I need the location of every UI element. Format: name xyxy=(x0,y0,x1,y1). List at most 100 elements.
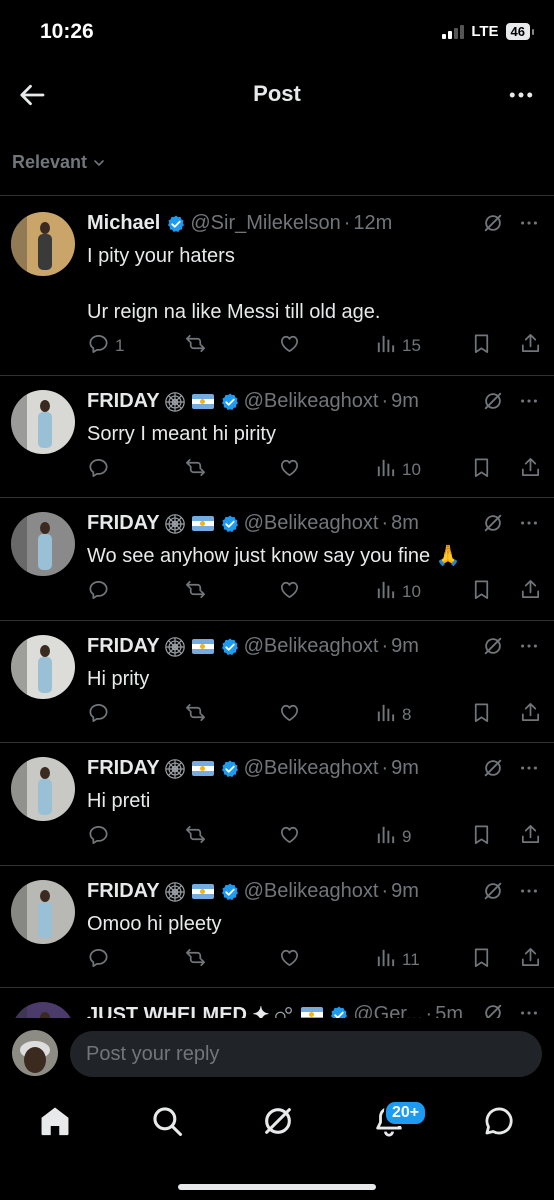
share-button[interactable] xyxy=(519,823,542,851)
views-button[interactable]: 9 xyxy=(374,823,411,851)
reply-button[interactable]: 1 xyxy=(87,332,124,360)
reply-button[interactable] xyxy=(87,823,115,851)
views-icon xyxy=(374,578,397,606)
avatar[interactable] xyxy=(11,880,75,944)
more-options-icon[interactable] xyxy=(518,512,540,534)
views-button[interactable]: 10 xyxy=(374,578,421,606)
more-options-icon[interactable] xyxy=(518,390,540,412)
retweet-button[interactable] xyxy=(184,823,212,851)
reply-text: I pity your haters Ur reign na like Mess… xyxy=(87,245,381,323)
views-button[interactable]: 8 xyxy=(374,701,411,729)
grok-icon[interactable] xyxy=(482,212,504,234)
bookmark-button[interactable] xyxy=(470,456,493,484)
share-icon xyxy=(519,946,542,974)
reply-header: FRIDAY @Belikeaghoxt · 8m xyxy=(87,512,419,535)
reply-button[interactable] xyxy=(87,701,115,729)
avatar[interactable] xyxy=(11,512,75,576)
more-options-icon[interactable] xyxy=(518,880,540,902)
share-button[interactable] xyxy=(519,332,542,360)
more-options-icon[interactable] xyxy=(518,757,540,779)
like-button[interactable] xyxy=(278,332,306,360)
spider-web-icon xyxy=(164,513,185,534)
reply-button[interactable] xyxy=(87,946,115,974)
more-options-icon[interactable] xyxy=(506,80,536,110)
home-icon[interactable] xyxy=(38,1104,72,1138)
user-handle: @Sir_Milekelson xyxy=(190,212,341,234)
share-button[interactable] xyxy=(519,701,542,729)
verified-badge-icon xyxy=(221,515,238,532)
avatar[interactable] xyxy=(11,635,75,699)
views-button[interactable]: 10 xyxy=(374,456,421,484)
retweet-icon xyxy=(184,456,207,484)
retweet-button[interactable] xyxy=(184,332,212,360)
avatar[interactable] xyxy=(11,757,75,821)
bookmark-button[interactable] xyxy=(470,946,493,974)
reply-post[interactable]: FRIDAY @Belikeaghoxt · 9m Hi prity 8 xyxy=(0,621,554,743)
share-button[interactable] xyxy=(519,456,542,484)
reply-input[interactable] xyxy=(70,1031,542,1077)
reply-post[interactable]: FRIDAY @Belikeaghoxt · 9m Omoo hi pleety… xyxy=(0,866,554,988)
bookmark-button[interactable] xyxy=(470,823,493,851)
grok-icon[interactable] xyxy=(482,512,504,534)
grok-icon[interactable] xyxy=(482,880,504,902)
views-button[interactable]: 11 xyxy=(374,946,420,974)
search-icon[interactable] xyxy=(150,1104,184,1138)
like-button[interactable] xyxy=(278,578,306,606)
reply-post[interactable]: FRIDAY @Belikeaghoxt · 8m Wo see anyhow … xyxy=(0,498,554,621)
reply-sort-filter[interactable]: Relevant xyxy=(12,152,107,173)
verified-badge-icon xyxy=(221,638,238,655)
reply-text: Wo see anyhow just know say you fine 🙏 xyxy=(87,545,461,567)
retweet-button[interactable] xyxy=(184,701,212,729)
display-name[interactable]: FRIDAY xyxy=(87,635,160,658)
reply-post[interactable]: FRIDAY @Belikeaghoxt · 9m Sorry I meant … xyxy=(0,376,554,498)
separator-dot: · xyxy=(381,390,389,412)
like-button[interactable] xyxy=(278,456,306,484)
reply-button[interactable] xyxy=(87,456,115,484)
reply-post[interactable]: FRIDAY @Belikeaghoxt · 9m Hi preti 9 xyxy=(0,743,554,866)
views-icon xyxy=(374,823,397,851)
views-button[interactable]: 15 xyxy=(374,332,421,360)
grok-icon[interactable] xyxy=(261,1104,295,1138)
view-count: 15 xyxy=(402,336,421,355)
like-button[interactable] xyxy=(278,946,306,974)
display-name[interactable]: FRIDAY xyxy=(87,757,160,780)
bookmark-button[interactable] xyxy=(470,578,493,606)
post-time: 9m xyxy=(391,880,419,902)
avatar[interactable] xyxy=(11,212,75,276)
reply-header: FRIDAY @Belikeaghoxt · 9m xyxy=(87,635,419,658)
filter-label: Relevant xyxy=(12,152,88,172)
user-handle: @Belikeaghoxt xyxy=(243,390,379,412)
grok-icon[interactable] xyxy=(482,635,504,657)
display-name[interactable]: FRIDAY xyxy=(87,880,160,903)
display-name[interactable]: FRIDAY xyxy=(87,390,160,413)
action-bar: 8 xyxy=(87,701,542,727)
reply-icon xyxy=(87,946,110,974)
like-button[interactable] xyxy=(278,823,306,851)
separator-dot: · xyxy=(381,880,389,902)
bookmark-button[interactable] xyxy=(470,332,493,360)
bookmark-button[interactable] xyxy=(470,701,493,729)
bookmark-icon xyxy=(470,946,493,974)
like-button[interactable] xyxy=(278,701,306,729)
bookmark-icon xyxy=(470,456,493,484)
retweet-button[interactable] xyxy=(184,946,212,974)
bookmark-icon xyxy=(470,701,493,729)
share-button[interactable] xyxy=(519,946,542,974)
reply-text: Sorry I meant hi pirity xyxy=(87,423,276,445)
retweet-button[interactable] xyxy=(184,578,212,606)
display-name[interactable]: FRIDAY xyxy=(87,512,160,535)
more-options-icon[interactable] xyxy=(518,635,540,657)
display-name[interactable]: Michael xyxy=(87,212,160,235)
messages-icon[interactable] xyxy=(482,1104,516,1138)
reply-button[interactable] xyxy=(87,578,115,606)
grok-icon[interactable] xyxy=(482,757,504,779)
battery-icon: 46 xyxy=(505,23,535,40)
grok-icon[interactable] xyxy=(482,390,504,412)
heart-icon xyxy=(278,456,301,484)
more-options-icon[interactable] xyxy=(518,212,540,234)
spider-web-icon xyxy=(164,636,185,657)
avatar[interactable] xyxy=(11,390,75,454)
reply-post[interactable]: Michael @Sir_Milekelson · 12m I pity you… xyxy=(0,198,554,376)
share-button[interactable] xyxy=(519,578,542,606)
retweet-button[interactable] xyxy=(184,456,212,484)
